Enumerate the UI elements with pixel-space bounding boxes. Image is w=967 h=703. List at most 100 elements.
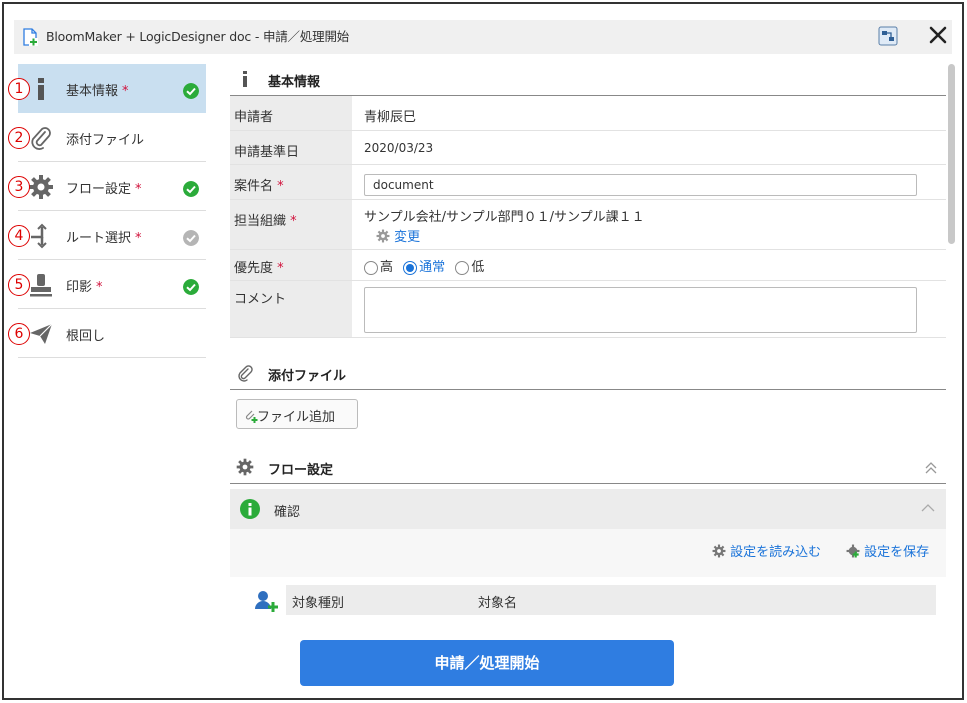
required-mark: * xyxy=(277,261,284,276)
radio-circle xyxy=(455,260,470,275)
change-link-label: 変更 xyxy=(394,230,421,245)
step-number: 3 xyxy=(8,176,30,198)
check-circle-icon xyxy=(183,181,199,197)
content-scrollbar[interactable] xyxy=(947,62,957,624)
sidebar-item-label: 添付ファイル xyxy=(66,133,145,148)
close-icon[interactable] xyxy=(927,24,949,46)
gear-icon xyxy=(236,458,254,476)
required-mark: * xyxy=(277,179,284,194)
sidebar-item-route-select[interactable]: 4 ルート選択 * xyxy=(8,211,206,260)
sidebar-item-label: 基本情報 xyxy=(66,84,119,99)
confirm-title: 確認 xyxy=(274,505,301,520)
route-icon xyxy=(31,223,47,249)
flow-target-table: 対象種別 対象名 xyxy=(230,577,946,624)
sidebar-item-label: 印影 xyxy=(66,280,93,295)
step-number: 1 xyxy=(8,78,30,100)
sidebar-item-basic-info[interactable]: 1 基本情報 * xyxy=(8,64,206,113)
radio-label: 低 xyxy=(471,260,485,275)
required-mark: * xyxy=(96,280,103,295)
add-file-label: ファイル追加 xyxy=(257,410,336,425)
step-number: 5 xyxy=(8,274,30,296)
sidebar-item-label: ルート選択 xyxy=(66,231,132,246)
row-date: 申請基準日 2020/03/23 xyxy=(230,131,946,165)
window-title: BloomMaker + LogicDesigner doc - 申請／処理開始 xyxy=(46,29,350,44)
info-circle-icon xyxy=(240,499,260,519)
sidebar-item-label: 根回し xyxy=(66,329,106,344)
section-attachments-header: 添付ファイル xyxy=(230,356,946,390)
required-mark: * xyxy=(122,84,129,99)
sidebar-item-attachments[interactable]: 2 添付ファイル xyxy=(8,113,206,162)
row-comment: コメント xyxy=(230,281,946,338)
main-content: 基本情報 申請者 青柳辰巳 申請基準日 2020/03/23 案件名 * 担当組… xyxy=(230,62,946,624)
row-organization: 担当組織 * サンプル会社/サンプル部門０１/サンプル課１１ 変更 xyxy=(230,200,946,250)
sidebar-item-label: フロー設定 xyxy=(66,182,132,197)
row-priority: 優先度 * 高 通常 低 xyxy=(230,250,946,281)
organization-value: サンプル会社/サンプル部門０１/サンプル課１１ xyxy=(364,210,645,225)
paperclip-icon xyxy=(31,127,51,150)
paperclip-add-icon xyxy=(245,410,258,423)
field-label: 担当組織 * xyxy=(230,200,352,249)
sidebar-item-nemawashi[interactable]: 6 根回し xyxy=(8,309,206,358)
section-flow-header: フロー設定 xyxy=(230,450,946,484)
layout-toggle-icon[interactable] xyxy=(878,26,898,46)
field-label: 申請者 xyxy=(230,96,352,130)
gear-add-icon xyxy=(846,544,860,558)
step-number: 2 xyxy=(8,127,30,149)
submit-button[interactable]: 申請／処理開始 xyxy=(300,640,674,686)
chevron-up-icon[interactable] xyxy=(920,503,936,513)
load-settings-button[interactable]: 設定を読み込む xyxy=(712,541,821,560)
field-label: 案件名 * xyxy=(230,165,352,199)
step-number: 6 xyxy=(8,323,30,345)
sidebar: 1 基本情報 * 2 添付ファイル 3 フロー設定 * 4 ルート選択 * 5 … xyxy=(8,64,206,358)
radio-circle xyxy=(403,260,418,275)
sidebar-item-flow-settings[interactable]: 3 フロー設定 * xyxy=(8,162,206,211)
basic-info-form: 申請者 青柳辰巳 申請基準日 2020/03/23 案件名 * 担当組織 * サ… xyxy=(230,96,946,338)
double-chevron-up-icon[interactable] xyxy=(924,461,938,475)
date-value: 2020/03/23 xyxy=(364,141,434,155)
add-file-button[interactable]: ファイル追加 xyxy=(236,399,358,429)
column-header: 対象名 xyxy=(478,596,518,611)
save-settings-button[interactable]: 設定を保存 xyxy=(846,541,929,560)
field-label-text: 担当組織 xyxy=(234,214,287,229)
load-settings-label: 設定を読み込む xyxy=(730,545,822,560)
check-circle-icon xyxy=(183,83,199,99)
field-label: 申請基準日 xyxy=(230,131,352,164)
priority-radio-group: 高 通常 低 xyxy=(352,250,946,280)
applicant-value: 青柳辰巳 xyxy=(364,110,417,125)
required-mark: * xyxy=(290,214,297,229)
scroll-thumb[interactable] xyxy=(948,64,955,244)
title-bar: BloomMaker + LogicDesigner doc - 申請／処理開始 xyxy=(4,4,962,60)
section-title: 添付ファイル xyxy=(268,369,347,384)
field-label-text: 優先度 xyxy=(234,261,274,276)
priority-low-radio[interactable]: 低 xyxy=(455,256,484,275)
row-applicant: 申請者 青柳辰巳 xyxy=(230,96,946,131)
sidebar-item-stamp[interactable]: 5 印影 * xyxy=(8,260,206,309)
section-basic-info-header: 基本情報 xyxy=(230,62,946,96)
subject-input[interactable] xyxy=(364,174,917,196)
add-user-icon[interactable] xyxy=(254,589,278,613)
gear-icon xyxy=(712,544,726,558)
stamp-icon xyxy=(30,274,52,297)
document-add-icon xyxy=(23,28,38,46)
step-number: 4 xyxy=(8,225,30,247)
paper-plane-icon xyxy=(30,323,53,344)
table-header: 対象種別 対象名 xyxy=(286,585,936,615)
change-organization-link[interactable]: 変更 xyxy=(376,226,420,245)
required-mark: * xyxy=(135,231,142,246)
gear-icon xyxy=(29,175,53,199)
priority-high-radio[interactable]: 高 xyxy=(364,256,393,275)
info-icon xyxy=(38,78,44,100)
radio-circle xyxy=(364,260,378,275)
row-subject: 案件名 * xyxy=(230,165,946,200)
save-settings-label: 設定を保存 xyxy=(864,545,930,560)
check-circle-icon xyxy=(183,279,199,295)
confirm-panel-header[interactable]: 確認 xyxy=(230,489,946,529)
required-mark: * xyxy=(135,182,142,197)
priority-normal-radio[interactable]: 通常 xyxy=(403,256,445,275)
check-circle-icon xyxy=(183,230,199,246)
comment-textarea[interactable] xyxy=(364,287,917,333)
field-label: コメント xyxy=(230,281,352,337)
gear-icon xyxy=(376,229,390,243)
radio-label: 通常 xyxy=(419,260,446,275)
dialog-window: BloomMaker + LogicDesigner doc - 申請／処理開始… xyxy=(2,2,964,700)
